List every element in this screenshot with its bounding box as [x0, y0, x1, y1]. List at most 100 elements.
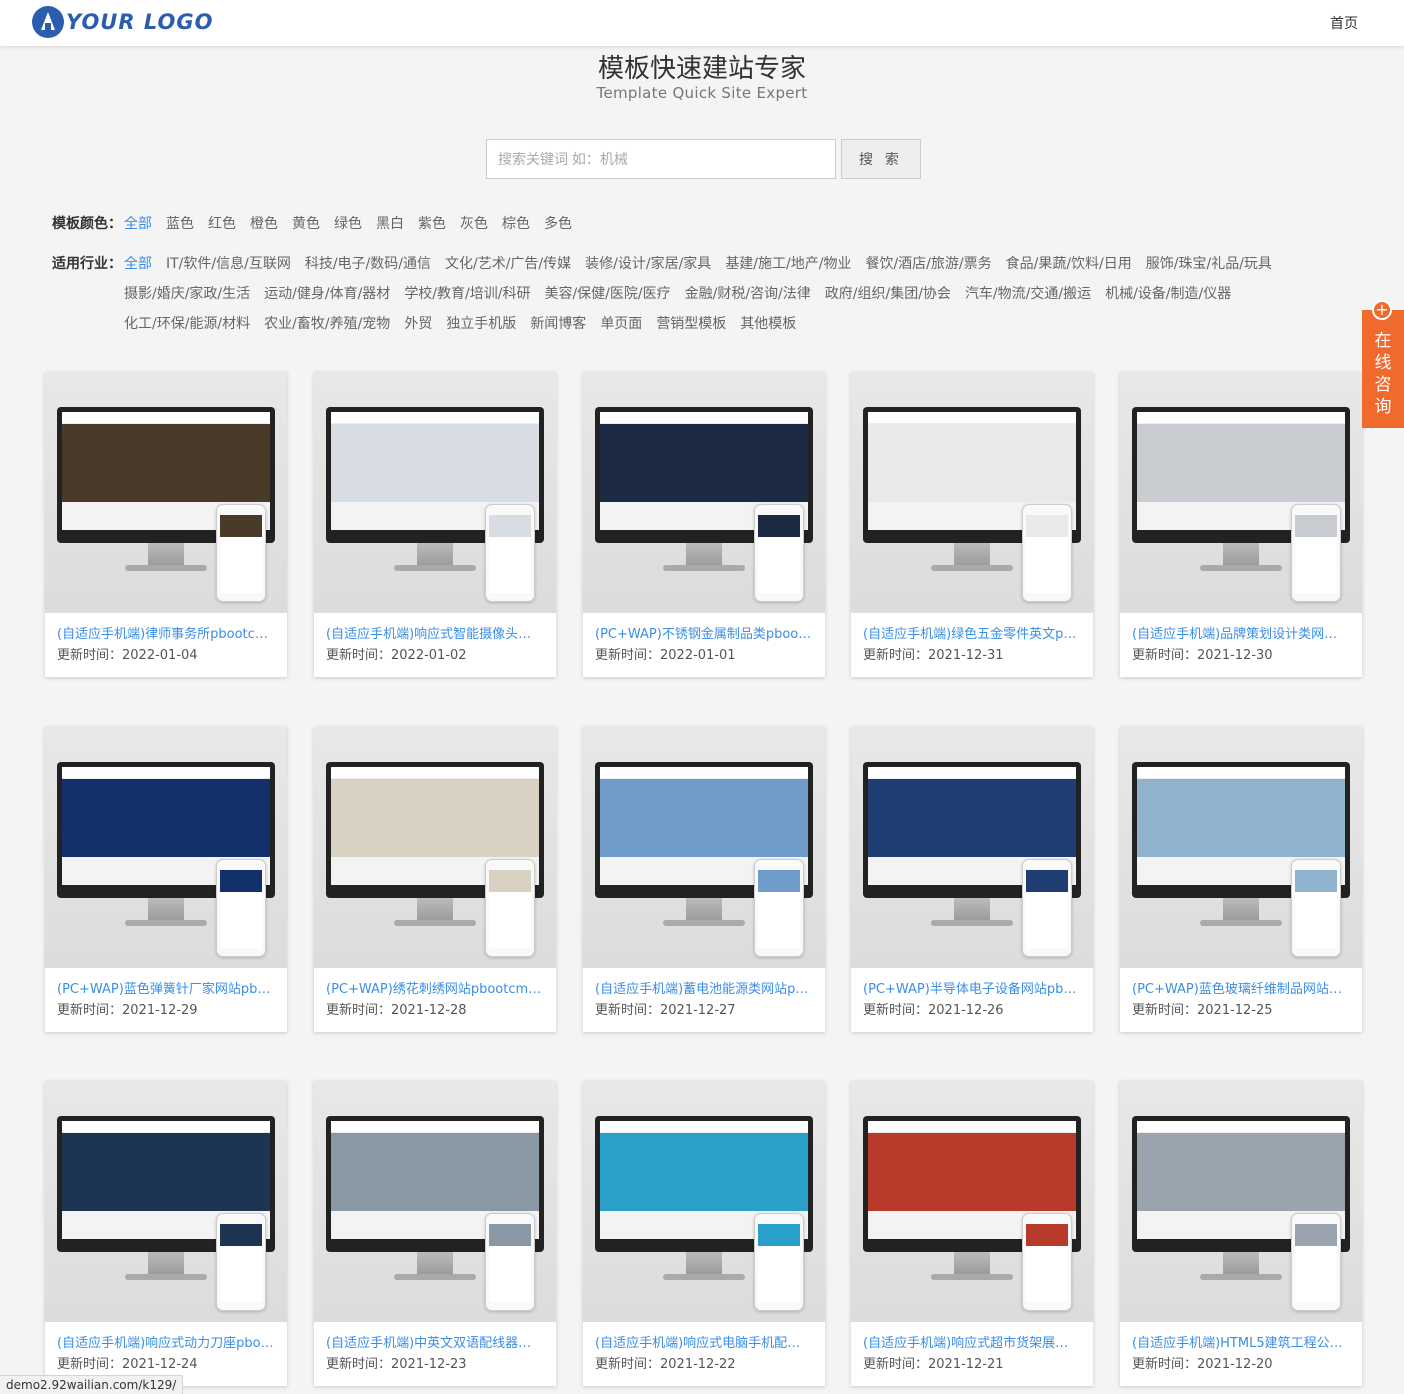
template-title-link[interactable]: (PC+WAP)不锈钢金属制品类pbootc...: [583, 613, 825, 644]
industry-filter-option[interactable]: 摄影/婚庆/家政/生活: [124, 279, 250, 309]
color-filter-option[interactable]: 黄色: [292, 209, 320, 239]
template-title-link[interactable]: (自适应手机端)HTML5建筑工程公司网...: [1120, 1322, 1362, 1353]
phone-mockup: [1022, 859, 1072, 957]
template-title-link[interactable]: (自适应手机端)响应式电脑手机配件网...: [583, 1322, 825, 1353]
template-preview-image[interactable]: [1120, 372, 1362, 613]
industry-filter-option[interactable]: 营销型模板: [656, 309, 726, 339]
template-title-link[interactable]: (自适应手机端)响应式智能摄像头设备p...: [314, 613, 556, 644]
template-card[interactable]: (自适应手机端)绿色五金零件英文pboo... 更新时间：2021-12-31: [851, 372, 1093, 677]
date-value: 2021-12-25: [1197, 1003, 1273, 1018]
template-card[interactable]: (PC+WAP)蓝色玻璃纤维制品网站pbo... 更新时间：2021-12-25: [1120, 727, 1362, 1032]
template-card[interactable]: (自适应手机端)律师事务所pbootcms... 更新时间：2022-01-04: [45, 372, 287, 677]
template-card[interactable]: (自适应手机端)蓄电池能源类网站pboo... 更新时间：2021-12-27: [583, 727, 825, 1032]
phone-mockup: [1291, 1213, 1341, 1311]
template-card[interactable]: (自适应手机端)中英文双语配线器材类... 更新时间：2021-12-23: [314, 1081, 556, 1386]
industry-filter-option[interactable]: 基建/施工/地产/物业: [725, 249, 851, 279]
template-preview-image[interactable]: [851, 727, 1093, 968]
template-preview-image[interactable]: [314, 727, 556, 968]
template-preview-image[interactable]: [583, 372, 825, 613]
template-preview-image[interactable]: [45, 372, 287, 613]
industry-filter-option[interactable]: 金融/财税/咨询/法律: [685, 279, 811, 309]
industry-filter-option[interactable]: 新闻博客: [530, 309, 586, 339]
template-title-link[interactable]: (自适应手机端)中英文双语配线器材类...: [314, 1322, 556, 1353]
industry-filter-option[interactable]: 化工/环保/能源/材料: [124, 309, 250, 339]
industry-filter-option[interactable]: 科技/电子/数码/通信: [305, 249, 431, 279]
template-card[interactable]: (自适应手机端)响应式超市货架展架类... 更新时间：2021-12-21: [851, 1081, 1093, 1386]
template-preview-image[interactable]: [583, 727, 825, 968]
color-filter-list: 全部 蓝色 红色 橙色 黄色 绿色 黑白 紫色 灰色 棕色 多色: [124, 209, 1334, 239]
industry-filter-option[interactable]: 汽车/物流/交通/搬运: [965, 279, 1091, 309]
industry-filter-option[interactable]: 服饰/珠宝/礼品/玩具: [1146, 249, 1272, 279]
template-title-link[interactable]: (PC+WAP)半导体电子设备网站pboot...: [851, 968, 1093, 999]
template-title-link[interactable]: (自适应手机端)响应式动力刀座pbootc...: [45, 1322, 287, 1353]
phone-mockup: [485, 859, 535, 957]
industry-filter-option[interactable]: IT/软件/信息/互联网: [166, 249, 291, 279]
template-card[interactable]: (PC+WAP)半导体电子设备网站pboot... 更新时间：2021-12-26: [851, 727, 1093, 1032]
industry-filter-option[interactable]: 政府/组织/集团/协会: [825, 279, 951, 309]
color-filter-option[interactable]: 多色: [544, 209, 572, 239]
template-title-link[interactable]: (PC+WAP)蓝色弹簧针厂家网站pboot...: [45, 968, 287, 999]
color-filter-option[interactable]: 绿色: [334, 209, 362, 239]
template-preview-image[interactable]: [851, 1081, 1093, 1322]
template-preview-image[interactable]: [1120, 727, 1362, 968]
template-update-date: 更新时间：2021-12-29: [45, 999, 287, 1032]
industry-filter-option[interactable]: 其他模板: [740, 309, 796, 339]
industry-filter-option[interactable]: 外贸: [404, 309, 432, 339]
template-title-link[interactable]: (自适应手机端)响应式超市货架展架类...: [851, 1322, 1093, 1353]
template-preview-image[interactable]: [851, 372, 1093, 613]
phone-mockup: [754, 504, 804, 602]
industry-filter-option[interactable]: 独立手机版: [446, 309, 516, 339]
template-title-link[interactable]: (自适应手机端)律师事务所pbootcms...: [45, 613, 287, 644]
template-update-date: 更新时间：2021-12-30: [1120, 644, 1362, 677]
template-card[interactable]: (自适应手机端)响应式智能摄像头设备p... 更新时间：2022-01-02: [314, 372, 556, 677]
industry-filter-option[interactable]: 美容/保健/医院/医疗: [544, 279, 670, 309]
industry-filter-option[interactable]: 装修/设计/家居/家具: [585, 249, 711, 279]
template-preview-image[interactable]: [583, 1081, 825, 1322]
template-preview-image[interactable]: [1120, 1081, 1362, 1322]
date-label: 更新时间：: [863, 1357, 929, 1372]
color-filter-option[interactable]: 全部: [124, 209, 152, 239]
template-preview-image[interactable]: [45, 727, 287, 968]
site-logo[interactable]: YOUR LOGO: [32, 5, 213, 39]
color-filter-option[interactable]: 红色: [208, 209, 236, 239]
industry-filter-option[interactable]: 农业/畜牧/养殖/宠物: [264, 309, 390, 339]
color-filter-option[interactable]: 橙色: [250, 209, 278, 239]
template-card[interactable]: (自适应手机端)响应式动力刀座pbootc... 更新时间：2021-12-24: [45, 1081, 287, 1386]
template-card[interactable]: (自适应手机端)HTML5建筑工程公司网... 更新时间：2021-12-20: [1120, 1081, 1362, 1386]
template-title-link[interactable]: (自适应手机端)品牌策划设计类网站pb...: [1120, 613, 1362, 644]
template-title-link[interactable]: (自适应手机端)绿色五金零件英文pboo...: [851, 613, 1093, 644]
template-preview-image[interactable]: [314, 372, 556, 613]
template-preview-image[interactable]: [45, 1081, 287, 1322]
color-filter-option[interactable]: 蓝色: [166, 209, 194, 239]
color-filter-option[interactable]: 棕色: [502, 209, 530, 239]
template-card[interactable]: (自适应手机端)品牌策划设计类网站pb... 更新时间：2021-12-30: [1120, 372, 1362, 677]
template-title-link[interactable]: (PC+WAP)蓝色玻璃纤维制品网站pbo...: [1120, 968, 1362, 999]
template-preview-image[interactable]: [314, 1081, 556, 1322]
search-button[interactable]: 搜 索: [841, 139, 921, 179]
search-input[interactable]: [486, 139, 836, 179]
online-consult-button[interactable]: + 在线咨询: [1362, 300, 1404, 428]
color-filter-option[interactable]: 灰色: [460, 209, 488, 239]
template-title-link[interactable]: (PC+WAP)绣花刺绣网站pbootcms模...: [314, 968, 556, 999]
industry-filter-option[interactable]: 全部: [124, 249, 152, 279]
industry-filter-option[interactable]: 文化/艺术/广告/传媒: [445, 249, 571, 279]
template-card[interactable]: (自适应手机端)响应式电脑手机配件网... 更新时间：2021-12-22: [583, 1081, 825, 1386]
plus-icon: +: [1372, 300, 1392, 320]
industry-filter-option[interactable]: 机械/设备/制造/仪器: [1105, 279, 1231, 309]
template-update-date: 更新时间：2021-12-27: [583, 999, 825, 1032]
industry-filter-option[interactable]: 学校/教育/培训/科研: [404, 279, 530, 309]
industry-filter-option[interactable]: 餐饮/酒店/旅游/票务: [865, 249, 991, 279]
template-card[interactable]: (PC+WAP)蓝色弹簧针厂家网站pboot... 更新时间：2021-12-29: [45, 727, 287, 1032]
date-label: 更新时间：: [1132, 1003, 1198, 1018]
color-filter-option[interactable]: 黑白: [376, 209, 404, 239]
color-filter-option[interactable]: 紫色: [418, 209, 446, 239]
template-card[interactable]: (PC+WAP)不锈钢金属制品类pbootc... 更新时间：2022-01-01: [583, 372, 825, 677]
industry-filter: 适用行业： 全部 IT/软件/信息/互联网 科技/电子/数码/通信 文化/艺术/广告/…: [52, 249, 1334, 339]
template-title-link[interactable]: (自适应手机端)蓄电池能源类网站pboo...: [583, 968, 825, 999]
industry-filter-option[interactable]: 运动/健身/体育/器材: [264, 279, 390, 309]
industry-filter-option[interactable]: 单页面: [600, 309, 642, 339]
nav-home-link[interactable]: 首页: [1330, 13, 1358, 33]
template-card[interactable]: (PC+WAP)绣花刺绣网站pbootcms模... 更新时间：2021-12-2…: [314, 727, 556, 1032]
template-update-date: 更新时间：2021-12-21: [851, 1353, 1093, 1386]
industry-filter-option[interactable]: 食品/果蔬/饮料/日用: [1006, 249, 1132, 279]
